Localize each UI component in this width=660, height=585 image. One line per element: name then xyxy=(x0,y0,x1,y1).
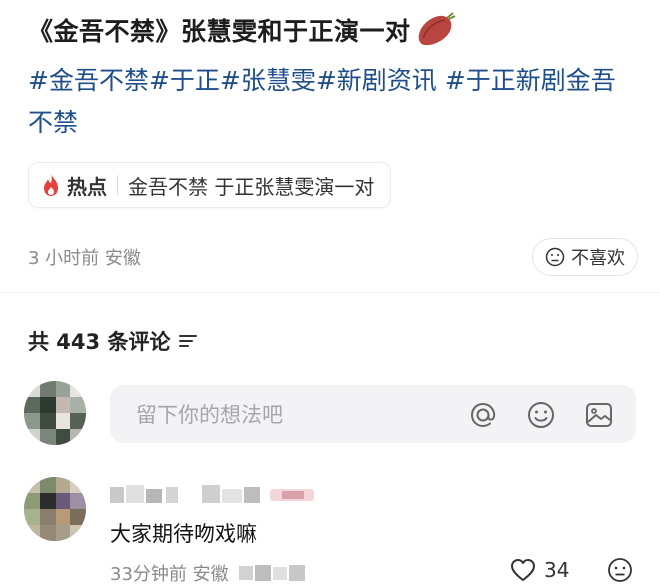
comment-time: 33分钟前 xyxy=(110,564,187,585)
blurred-username[interactable] xyxy=(110,483,330,505)
comment-count: 共 443 条评论 xyxy=(28,330,171,354)
blurred-text xyxy=(238,565,305,581)
sweet-potato-icon xyxy=(418,12,455,46)
like-count: 34 xyxy=(544,558,570,582)
post-location: 安徽 xyxy=(104,248,141,269)
post-meta: 3 小时前 安徽 xyxy=(28,244,141,270)
image-icon[interactable] xyxy=(582,398,616,432)
hashtag[interactable]: #张慧雯 xyxy=(220,66,316,95)
comment-input-placeholder: 留下你的想法吧 xyxy=(136,403,283,427)
dislike-comment-icon[interactable] xyxy=(606,556,634,584)
post-title: 《金吾不禁》张慧雯和于正演一对 xyxy=(28,17,411,46)
hashtag-list: #金吾不禁#于正#张慧雯#新剧资讯 #于正新剧金吾不禁 xyxy=(28,60,638,144)
mention-icon[interactable] xyxy=(466,398,500,432)
dislike-button[interactable]: 不喜欢 xyxy=(532,238,638,276)
comment-location: 安徽 xyxy=(192,564,229,585)
comment-input[interactable]: 留下你的想法吧 xyxy=(110,385,636,443)
like-button[interactable]: 34 xyxy=(510,558,569,582)
hot-label: 热点 xyxy=(67,174,107,199)
heart-icon xyxy=(511,559,535,581)
fire-icon xyxy=(44,174,58,196)
hot-topic-text: 金吾不禁 于正张慧雯演一对 xyxy=(128,174,375,199)
comment-meta: 33分钟前 安徽 xyxy=(110,560,319,585)
section-divider xyxy=(0,292,660,293)
hashtag[interactable]: #新剧资讯 xyxy=(316,66,437,95)
emoji-icon[interactable] xyxy=(524,398,558,432)
input-toolbar xyxy=(466,398,616,432)
post-title-row: 《金吾不禁》张慧雯和于正演一对 xyxy=(28,10,457,50)
hot-topic-chip[interactable]: 热点 金吾不禁 于正张慧雯演一对 xyxy=(28,162,392,208)
sad-face-icon xyxy=(545,247,565,267)
hashtag[interactable]: #于正 xyxy=(149,66,220,95)
hashtag[interactable]: #金吾不禁 xyxy=(28,66,149,95)
sort-icon[interactable] xyxy=(178,332,198,350)
comment-text: 大家期待吻戏嘛 xyxy=(110,522,257,546)
comment-count-header: 共 443 条评论 xyxy=(28,326,198,356)
chip-divider xyxy=(117,175,118,195)
dislike-label: 不喜欢 xyxy=(571,248,625,269)
post-time: 3 小时前 xyxy=(28,248,100,269)
commenter-avatar[interactable] xyxy=(24,477,86,541)
my-avatar[interactable] xyxy=(24,381,86,445)
